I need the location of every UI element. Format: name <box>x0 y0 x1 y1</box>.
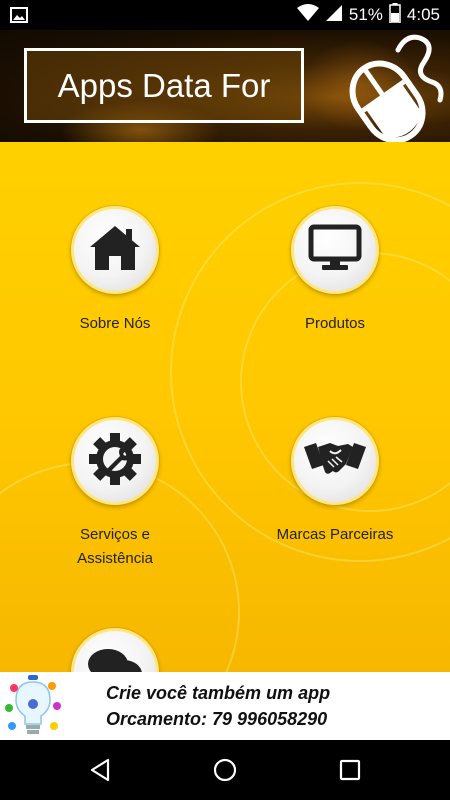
app-header: Apps Data For <box>0 30 450 142</box>
status-bar: 51% 4:05 <box>0 0 450 30</box>
back-icon[interactable] <box>88 757 114 783</box>
image-icon <box>10 6 28 29</box>
recents-icon[interactable] <box>337 757 363 783</box>
main-menu-area: Sobre Nós Produtos Serviços e Assistênci… <box>0 142 450 672</box>
home-circle-icon[interactable] <box>212 757 238 783</box>
icon-circle[interactable] <box>291 206 379 294</box>
menu-label: Produtos <box>304 315 366 332</box>
computer-mouse-icon <box>340 30 450 142</box>
system-nav-bar <box>0 740 450 800</box>
handshake-icon <box>304 437 366 486</box>
signal-icon <box>325 4 343 27</box>
ad-banner[interactable]: Crie você também um app Orcamento: 79 99… <box>0 672 450 740</box>
gear-wrench-icon <box>87 431 143 492</box>
icon-circle[interactable] <box>71 628 159 672</box>
menu-item-marcas-parceiras[interactable]: Marcas Parceiras <box>235 417 435 547</box>
icon-circle[interactable] <box>71 417 159 505</box>
menu-item-sobre-nos[interactable]: Sobre Nós <box>15 206 215 336</box>
menu-item-servicos[interactable]: Serviços e Assistência <box>15 417 215 571</box>
clock-text: 4:05 <box>406 5 440 24</box>
battery-text: 51% <box>348 5 383 24</box>
icon-circle[interactable] <box>291 417 379 505</box>
home-icon <box>88 223 142 278</box>
app-title-box: Apps Data For <box>24 48 304 123</box>
chat-bubbles-icon <box>86 646 144 672</box>
menu-item-produtos[interactable]: Produtos <box>235 206 435 336</box>
battery-icon <box>389 2 401 28</box>
menu-label: Sobre Nós <box>79 315 151 332</box>
app-title: Apps Data For <box>57 66 271 104</box>
menu-label: Marcas Parceiras <box>276 526 394 543</box>
menu-item-contato[interactable] <box>15 628 215 672</box>
ad-text-line2: Orcamento: 79 996058290 <box>106 709 328 729</box>
lightbulb-apps-icon <box>2 674 64 738</box>
ad-text-line1: Crie você também um app <box>106 683 331 703</box>
monitor-icon <box>308 224 362 277</box>
icon-circle[interactable] <box>71 206 159 294</box>
wifi-icon <box>296 3 319 27</box>
menu-label: Serviços e Assistência <box>77 526 153 567</box>
